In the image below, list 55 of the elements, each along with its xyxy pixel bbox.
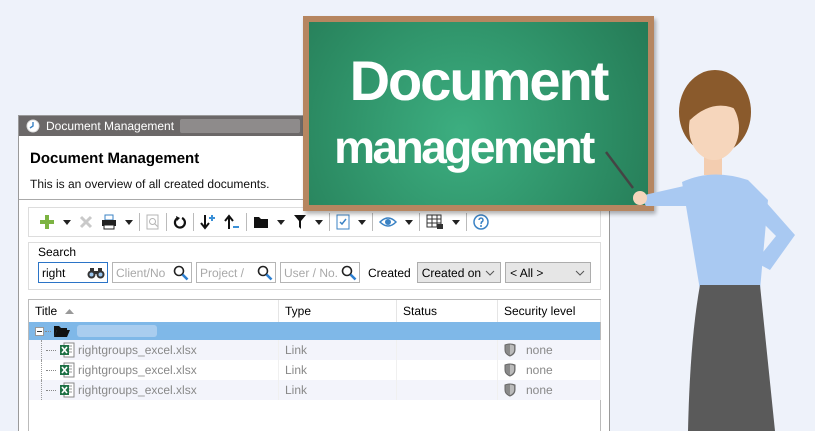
window-title: Document Management (46, 119, 174, 133)
table-cell: rightgroups_excel.xlsx (78, 343, 197, 357)
search-field[interactable]: Project / (196, 262, 276, 283)
chevron-icon[interactable] (575, 270, 585, 276)
page-description: This is an overview of all created documents. (30, 177, 270, 191)
search-icon[interactable] (173, 264, 189, 280)
printer-icon[interactable] (101, 214, 117, 230)
clock-icon (26, 119, 40, 133)
table-cell: Link (285, 363, 308, 377)
help-icon[interactable] (473, 214, 489, 230)
chalkboard-text: management (334, 120, 593, 175)
caret-icon[interactable] (315, 220, 323, 224)
table-icon[interactable] (426, 214, 444, 230)
caret-icon[interactable] (452, 220, 460, 224)
caret-icon[interactable] (125, 220, 133, 224)
eye-icon[interactable] (379, 215, 397, 229)
group-label: Search (38, 245, 78, 259)
dropdown[interactable]: < All > (505, 262, 591, 283)
arrow-up-minus-icon[interactable] (224, 214, 240, 230)
page-heading: Document Management (30, 150, 200, 167)
spreadsheet-file-icon (59, 382, 75, 398)
table-cell: Link (285, 383, 308, 397)
sort-arrow-icon[interactable] (65, 308, 74, 314)
binoculars-icon[interactable] (87, 266, 105, 278)
table-cell: none (526, 343, 553, 357)
table-cell: rightgroups_excel.xlsx (78, 363, 197, 377)
search-icon[interactable] (341, 264, 357, 280)
dropdown[interactable]: Created on (416, 262, 502, 283)
search-icon[interactable] (257, 264, 273, 280)
shield-icon (504, 383, 516, 397)
shield-icon (504, 343, 516, 357)
checklist-icon[interactable] (336, 214, 350, 230)
search-field[interactable]: Client/No (112, 262, 192, 283)
spreadsheet-file-icon (59, 342, 75, 358)
spreadsheet-file-icon (59, 362, 75, 378)
search-field[interactable]: User / No. (280, 262, 360, 283)
refresh-icon[interactable] (173, 215, 187, 229)
field-label: Created (368, 266, 411, 280)
folder-icon (53, 324, 71, 338)
search-field[interactable]: right (38, 262, 108, 283)
table-cell: Link (285, 343, 308, 357)
table-cell: none (526, 363, 553, 377)
chalkboard-text: Document (350, 48, 608, 114)
table-cell: none (526, 383, 553, 397)
shield-icon (504, 363, 516, 377)
folder-icon[interactable] (253, 215, 269, 229)
caret-icon[interactable] (405, 220, 413, 224)
arrow-down-plus-icon[interactable] (200, 214, 216, 230)
table-cell: rightgroups_excel.xlsx (78, 383, 197, 397)
filter-icon[interactable] (293, 214, 307, 230)
chevron-icon[interactable] (485, 270, 496, 276)
caret-icon[interactable] (358, 220, 366, 224)
caret-icon[interactable] (277, 220, 285, 224)
caret-icon[interactable] (63, 220, 71, 224)
collapse-toggle[interactable] (35, 326, 44, 336)
